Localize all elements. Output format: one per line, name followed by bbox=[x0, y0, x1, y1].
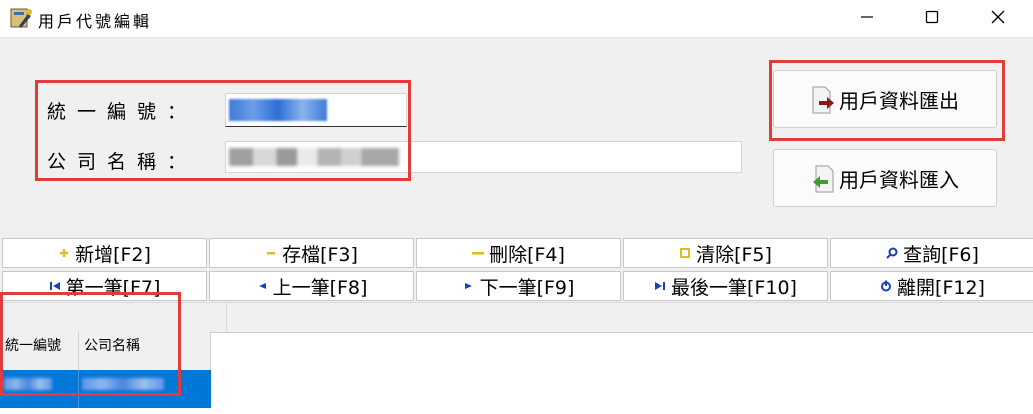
next-record-button[interactable]: 下一筆[F9] bbox=[416, 271, 621, 301]
last-record-button[interactable]: 最後一筆[F10] bbox=[623, 271, 828, 301]
search-label: 查詢[F6] bbox=[903, 243, 979, 266]
company-name-input[interactable] bbox=[225, 141, 742, 173]
first-record-icon bbox=[49, 280, 61, 292]
add-icon bbox=[58, 247, 70, 259]
clear-icon bbox=[679, 247, 691, 259]
search-button[interactable]: 查詢[F6] bbox=[830, 238, 1033, 268]
last-record-label: 最後一筆[F10] bbox=[671, 276, 797, 299]
close-icon bbox=[990, 9, 1006, 29]
delete-button[interactable]: 刪除[F4] bbox=[416, 238, 621, 268]
delete-label: 刪除[F4] bbox=[489, 243, 565, 266]
save-button[interactable]: 存檔[F3] bbox=[209, 238, 414, 268]
add-button[interactable]: 新增[F2] bbox=[2, 238, 207, 268]
previous-record-icon bbox=[256, 280, 268, 292]
first-record-label: 第一筆[F7] bbox=[65, 276, 161, 299]
export-label: 用戶資料匯出 bbox=[839, 88, 959, 113]
export-user-data-button[interactable]: 用戶資料匯出 bbox=[773, 70, 997, 128]
tax-id-input[interactable] bbox=[225, 93, 407, 127]
company-name-value-redacted bbox=[229, 148, 399, 166]
first-record-button[interactable]: 第一筆[F7] bbox=[2, 271, 207, 301]
import-user-data-button[interactable]: 用戶資料匯入 bbox=[773, 149, 997, 207]
grid-header-strip bbox=[0, 302, 1033, 333]
maximize-icon bbox=[925, 9, 939, 28]
column-header-company-name[interactable]: 公司名稱 bbox=[79, 332, 211, 370]
previous-record-label: 上一筆[F8] bbox=[272, 276, 368, 299]
tax-id-value-redacted bbox=[229, 99, 327, 121]
maximize-button[interactable] bbox=[909, 0, 955, 37]
save-label: 存檔[F3] bbox=[282, 243, 358, 266]
clear-label: 清除[F5] bbox=[696, 243, 772, 266]
clear-button[interactable]: 清除[F5] bbox=[623, 238, 828, 268]
column-header-tax-id[interactable]: 統一編號 bbox=[0, 332, 79, 370]
import-icon bbox=[811, 165, 834, 193]
minimize-button[interactable] bbox=[844, 0, 890, 37]
previous-record-button[interactable]: 上一筆[F8] bbox=[209, 271, 414, 301]
last-record-icon bbox=[654, 280, 666, 292]
save-icon bbox=[265, 247, 277, 259]
tax-id-cell-redacted bbox=[4, 378, 52, 390]
minimize-icon bbox=[860, 9, 874, 28]
import-label: 用戶資料匯入 bbox=[839, 167, 959, 192]
title-bar: 用戶代號編輯 bbox=[0, 0, 1033, 37]
export-icon bbox=[811, 86, 834, 114]
search-icon bbox=[886, 247, 898, 259]
exit-button[interactable]: 離開[F12] bbox=[830, 271, 1033, 301]
next-record-label: 下一筆[F9] bbox=[479, 276, 575, 299]
form-panel: 統一編號： 公司名稱： 用戶資料匯出 用戶資料匯入 bbox=[0, 37, 1033, 238]
tax-id-label: 統一編號： bbox=[47, 101, 198, 123]
grid-column-headers: 統一編號 公司名稱 bbox=[0, 332, 211, 370]
company-name-cell-redacted bbox=[82, 378, 164, 390]
app-icon bbox=[9, 6, 33, 30]
window-title: 用戶代號編輯 bbox=[38, 12, 153, 31]
exit-label: 離開[F12] bbox=[897, 276, 985, 299]
close-button[interactable] bbox=[975, 0, 1021, 37]
next-record-icon bbox=[463, 280, 475, 292]
company-name-label: 公司名稱： bbox=[47, 151, 198, 173]
table-row[interactable] bbox=[0, 370, 211, 408]
exit-icon bbox=[880, 280, 892, 292]
delete-icon bbox=[472, 247, 485, 259]
add-label: 新增[F2] bbox=[75, 243, 151, 266]
